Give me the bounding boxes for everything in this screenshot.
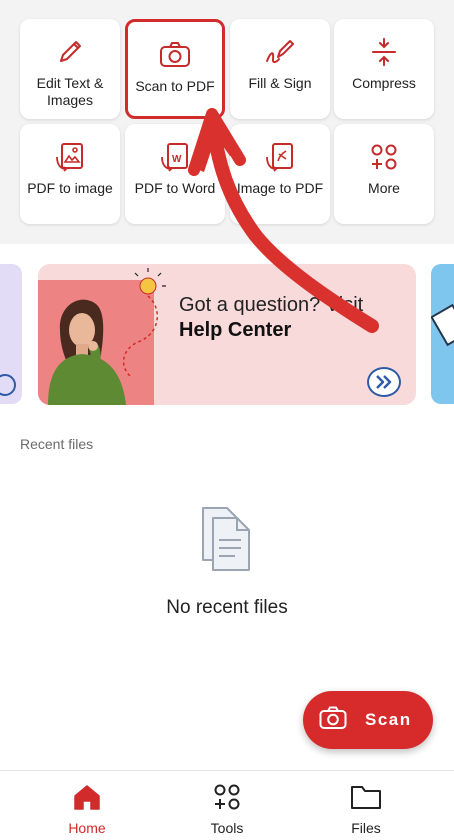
- tools-section: Edit Text & Images Scan to PDF Fill & Si…: [0, 0, 454, 244]
- camera-icon: [158, 38, 192, 72]
- tool-label: PDF to image: [27, 180, 113, 196]
- banner-carousel[interactable]: Got a question? Visit Help Center: [0, 244, 454, 424]
- pencil-icon: [53, 35, 87, 69]
- woman-thinking-illustration: [48, 268, 166, 405]
- tool-label: Edit Text & Images: [36, 75, 104, 108]
- tool-pdf-to-word[interactable]: W PDF to Word: [125, 124, 225, 224]
- pdf-word-icon: W: [158, 140, 192, 174]
- tool-label: More: [368, 180, 400, 196]
- tools-icon: [213, 783, 241, 816]
- tool-label: Compress: [352, 75, 416, 91]
- nav-tools[interactable]: Tools: [177, 783, 277, 836]
- folder-icon: [350, 783, 382, 816]
- scan-button[interactable]: Scan: [303, 691, 433, 749]
- documents-icon: [197, 504, 257, 579]
- tool-label: PDF to Word: [134, 180, 216, 196]
- svg-text:W: W: [172, 154, 182, 165]
- tool-compress[interactable]: Compress: [334, 19, 434, 119]
- nav-home[interactable]: Home: [37, 783, 137, 836]
- bottom-navigation: Home Tools Files: [0, 770, 454, 840]
- banner-card-previous[interactable]: [0, 264, 22, 404]
- tool-edit-text-images[interactable]: Edit Text & Images: [20, 19, 120, 119]
- nav-files[interactable]: Files: [316, 783, 416, 836]
- chevron-double-right-icon[interactable]: [367, 367, 401, 397]
- image-pdf-icon: [263, 140, 297, 174]
- nav-label: Home: [68, 820, 106, 836]
- scan-button-label: Scan: [365, 710, 412, 729]
- camera-icon: [319, 706, 347, 735]
- banner-text-line2: Help Center: [179, 319, 292, 341]
- tool-more[interactable]: More: [334, 124, 434, 224]
- tool-fill-sign[interactable]: Fill & Sign: [230, 19, 330, 119]
- help-center-banner[interactable]: Got a question? Visit Help Center: [38, 264, 416, 405]
- tool-label: Scan to PDF: [135, 78, 215, 94]
- home-icon: [72, 783, 102, 816]
- tool-label: Fill & Sign: [248, 75, 312, 91]
- nav-label: Tools: [210, 820, 244, 836]
- banner-card-next[interactable]: [431, 264, 454, 404]
- pen-signature-icon: [263, 35, 297, 69]
- arrow-button-icon: [0, 374, 16, 396]
- empty-state-text: No recent files: [166, 597, 288, 618]
- document-illustration-icon: [431, 303, 454, 347]
- banner-text-line1: Got a question? Visit: [179, 294, 364, 316]
- tool-scan-to-pdf[interactable]: Scan to PDF: [125, 19, 225, 119]
- tool-label: Image to PDF: [236, 180, 324, 196]
- more-grid-icon: [367, 140, 401, 174]
- pdf-image-icon: [53, 140, 87, 174]
- tool-pdf-to-image[interactable]: PDF to image: [20, 124, 120, 224]
- recent-files-heading: Recent files: [20, 436, 94, 452]
- compress-icon: [367, 35, 401, 69]
- tool-image-to-pdf[interactable]: Image to PDF: [230, 124, 330, 224]
- nav-label: Files: [351, 820, 381, 836]
